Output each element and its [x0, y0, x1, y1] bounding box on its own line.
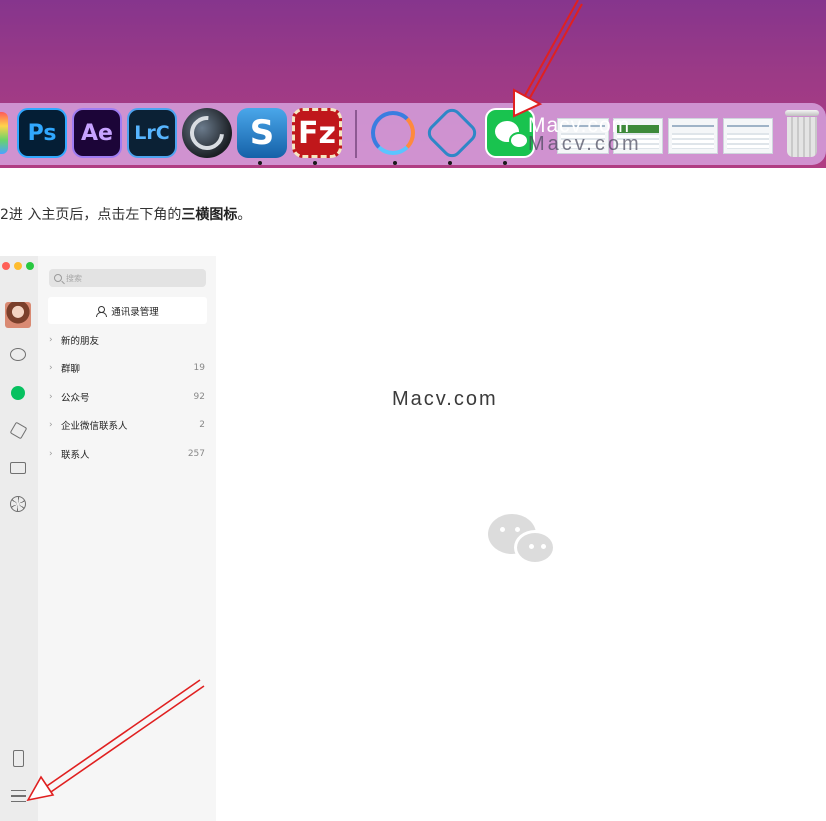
main-pane: Macv.com	[216, 256, 826, 821]
contacts-manage-label: 通讯录管理	[111, 306, 159, 318]
maximize-window-button[interactable]	[26, 262, 34, 270]
contacts-list-pane: 搜索 通讯录管理 › 新的朋友 › 群聊 19 › 公众号 92 › 企业微信联…	[38, 256, 216, 821]
chevron-right-icon: ›	[49, 363, 53, 373]
running-indicator	[503, 161, 507, 165]
instruction-text: 2进 入主页后，点击左下角的三横图标。	[0, 204, 251, 224]
chat-icon[interactable]	[8, 344, 28, 364]
after-effects-label: Ae	[81, 120, 113, 146]
search-input[interactable]: 搜索	[49, 269, 206, 287]
photoshop-label: Ps	[27, 120, 57, 146]
group-count: 2	[199, 420, 205, 430]
lightroom-icon[interactable]: LrC	[127, 108, 177, 158]
chevron-right-icon: ›	[49, 449, 53, 459]
screenflow-icon[interactable]: S	[237, 108, 287, 158]
lightroom-label: LrC	[134, 122, 170, 144]
group-count: 257	[187, 449, 205, 459]
group-label: 群聊	[61, 364, 81, 375]
filezilla-icon[interactable]: Fz	[292, 108, 342, 158]
close-window-button[interactable]	[2, 262, 10, 270]
chevron-right-icon: ›	[49, 420, 53, 430]
contacts-manage-button[interactable]: 通讯录管理	[48, 297, 207, 324]
list-item[interactable]: › 群聊 19	[38, 358, 216, 378]
page: Ps Ae LrC S Fz Macv.com Macv.com 2进 入主页后…	[0, 0, 826, 821]
group-label: 企业微信联系人	[61, 421, 128, 432]
watermark: Macv.com	[528, 133, 642, 155]
person-icon	[96, 305, 108, 317]
window-thumbnail[interactable]	[668, 118, 718, 154]
chevron-right-icon: ›	[49, 335, 53, 345]
running-indicator	[448, 161, 452, 165]
list-item[interactable]: › 联系人 257	[38, 444, 216, 464]
avatar[interactable]	[5, 302, 31, 328]
watermark: Macv.com	[392, 388, 498, 410]
group-label: 公众号	[61, 393, 90, 404]
after-effects-icon[interactable]: Ae	[72, 108, 122, 158]
partial-app-icon[interactable]	[0, 112, 8, 154]
list-item[interactable]: › 公众号 92	[38, 387, 216, 407]
group-count: 92	[193, 392, 205, 402]
running-indicator	[313, 161, 317, 165]
instruction-suffix: 。	[237, 207, 252, 223]
window-thumbnail[interactable]	[723, 118, 773, 154]
trash-icon[interactable]	[783, 108, 821, 158]
wechat-window: 搜索 通讯录管理 › 新的朋友 › 群聊 19 › 公众号 92 › 企业微信联…	[0, 256, 826, 821]
group-count: 19	[193, 363, 205, 373]
screenflow-label: S	[249, 113, 275, 153]
search-icon	[54, 274, 62, 282]
instruction-bold: 三横图标	[181, 207, 238, 223]
group-label: 联系人	[61, 450, 90, 461]
folder-icon[interactable]	[8, 458, 28, 478]
moments-icon[interactable]	[8, 494, 28, 514]
icon-sidebar	[0, 256, 38, 821]
group-label: 新的朋友	[61, 336, 100, 347]
search-placeholder: 搜索	[66, 273, 82, 283]
ring-app-icon[interactable]	[368, 108, 418, 158]
filezilla-label: Fz	[298, 115, 336, 151]
menu-icon[interactable]	[8, 786, 28, 806]
wechat-logo-icon	[488, 514, 558, 570]
minimize-window-button[interactable]	[14, 262, 22, 270]
phone-icon[interactable]	[8, 748, 28, 768]
list-item[interactable]: › 企业微信联系人 2	[38, 415, 216, 435]
instruction-prefix: 2进 入主页后，点击左下角的	[0, 207, 182, 223]
favorites-icon[interactable]	[8, 420, 28, 440]
hex-app-icon[interactable]	[423, 104, 481, 162]
dock-screenshot: Ps Ae LrC S Fz Macv.com Macv.com	[0, 0, 826, 168]
cinema-4d-icon[interactable]	[182, 108, 232, 158]
contacts-icon[interactable]	[8, 383, 28, 403]
list-item[interactable]: › 新的朋友	[38, 330, 216, 350]
running-indicator	[393, 161, 397, 165]
chevron-right-icon: ›	[49, 392, 53, 402]
photoshop-icon[interactable]: Ps	[17, 108, 67, 158]
dock-separator	[355, 110, 357, 158]
running-indicator	[258, 161, 262, 165]
